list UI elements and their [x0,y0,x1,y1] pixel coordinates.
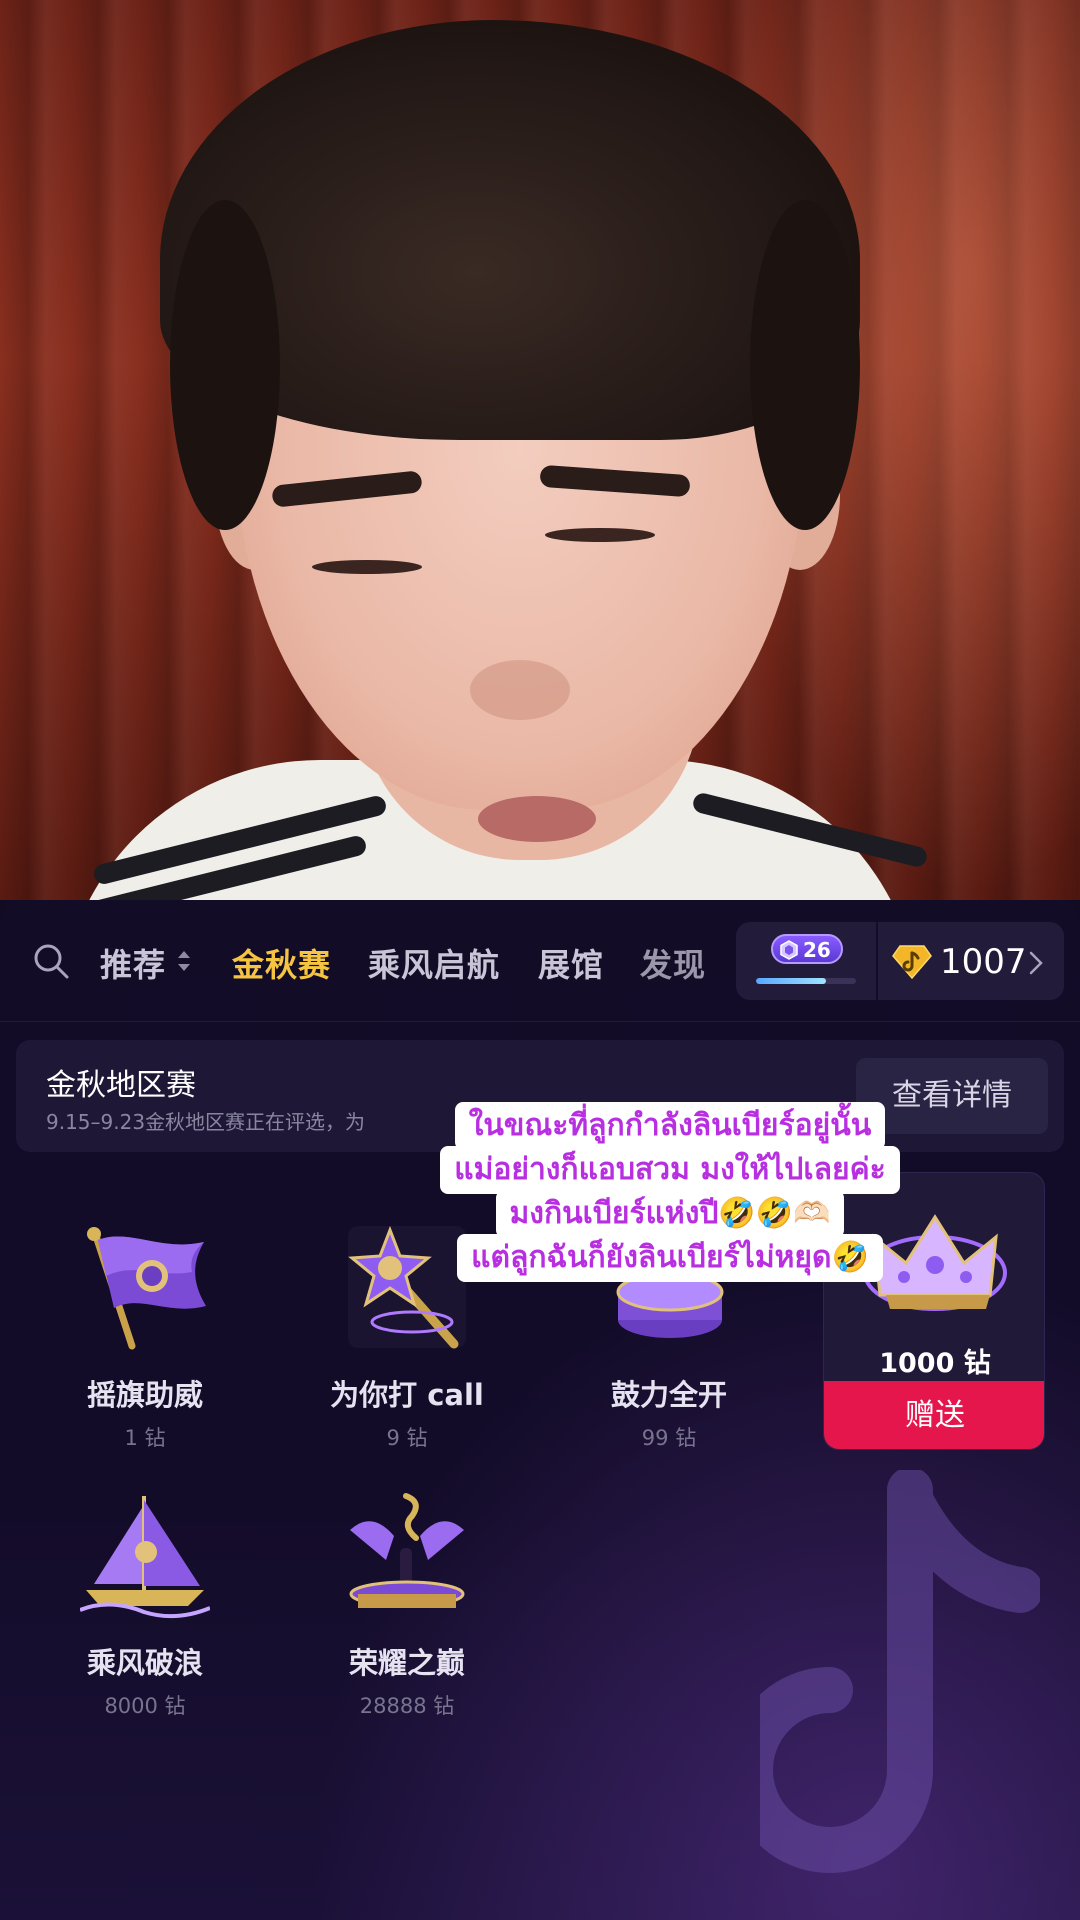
live-video [0,0,1080,900]
tab-discover[interactable]: 发现 [640,940,706,986]
gift-name: 乘风破浪 [86,1646,203,1680]
streamer-mouth [478,796,596,842]
gift-panel: 推荐 金秋赛 乘风启航 展馆 发现 26 1007 金秋地区赛 9.15–9.2… [0,900,1080,1920]
gift-price: 9 钻 [386,1426,428,1450]
tab-golden-autumn[interactable]: 金秋赛 [232,940,331,986]
streamer-eye [312,560,422,574]
gift-item[interactable]: 荣耀之巅 28888 钻 [276,1490,538,1750]
streamer-hair-side [170,200,280,530]
video-caption-overlay: ในขณะที่ลูกกำลังลินเบียร์อยู่นั้น แม่อย่… [400,1102,940,1282]
coin-balance-chip[interactable]: 1007 [878,922,1064,1000]
sort-arrows-icon[interactable] [176,948,192,974]
level-number: 26 [803,938,831,962]
gift-name: 摇旗助威 [86,1378,203,1412]
send-gift-button[interactable]: 赠送 [824,1381,1044,1449]
streamer-hair-side [750,200,860,530]
gift-name: 为你打 call [330,1378,484,1412]
hexagon-gem-icon [780,940,798,960]
gift-price: 28888 钻 [359,1694,455,1718]
caption-line: ในขณะที่ลูกกำลังลินเบียร์อยู่นั้น [454,1102,886,1150]
selected-gift-price: 1000 钻 [879,1348,991,1379]
gift-item[interactable]: 摇旗助威 1 钻 [14,1222,276,1482]
sailboat-gift-icon [80,1496,210,1619]
level-progress-fill [756,978,826,984]
caption-line: แต่ลูกฉันก็ยังลินเบียร์ไม่หยุด🤣 [457,1234,883,1282]
diamond-coin-icon [892,945,932,980]
tab-ride-wind[interactable]: 乘风启航 [368,940,500,986]
gift-price: 1 钻 [124,1426,166,1450]
gift-item[interactable]: 乘风破浪 8000 钻 [14,1490,276,1750]
caption-line: แม่อย่างก็แอบสวม มงให้ไปเลยค่ะ [440,1146,900,1194]
search-icon[interactable] [32,942,70,980]
stage-gift-icon [349,1493,465,1608]
gift-name: 荣耀之巅 [348,1646,465,1680]
caption-line: มงกินเบียร์แห่งปี🤣🤣🫶🏻 [495,1190,845,1238]
streamer-eye [545,528,655,542]
tab-recommend[interactable]: 推荐 [100,940,166,986]
banner-title: 金秋地区赛 [46,1068,196,1103]
level-progress-bar [756,978,856,984]
fan-level-chip[interactable]: 26 [736,922,876,1000]
chevron-right-icon [1029,951,1043,975]
music-note-watermark-icon [760,1470,1040,1873]
flag-gift-icon [87,1227,206,1350]
coin-amount: 1007 [940,942,1027,982]
gift-tab-bar: 推荐 金秋赛 乘风启航 展馆 发现 26 1007 [0,900,1080,1022]
level-badge: 26 [771,934,843,964]
gift-price: 99 钻 [641,1426,697,1450]
tab-gallery[interactable]: 展馆 [538,940,604,986]
gift-price: 8000 钻 [104,1694,186,1718]
streamer-nose [470,660,570,720]
gift-name: 鼓力全开 [610,1378,727,1412]
